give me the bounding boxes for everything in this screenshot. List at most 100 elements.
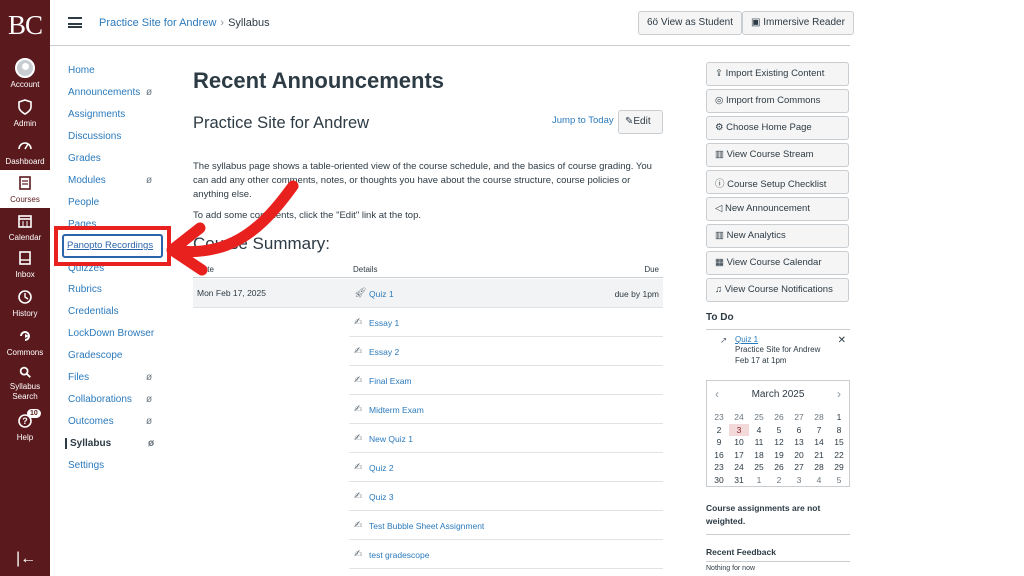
table-row[interactable]: ✍︎ Essay 1 (349, 308, 663, 337)
calendar-day[interactable]: 2 (709, 424, 729, 437)
calendar-day[interactable]: 23 (709, 461, 729, 474)
course-nav-grades[interactable]: Grades (68, 153, 168, 164)
item-link[interactable]: Quiz 3 (369, 492, 394, 502)
nav-inbox[interactable]: Inbox (0, 250, 50, 279)
table-row[interactable]: 🚀︎ Quiz 1 due by 1pm (349, 279, 663, 308)
table-row[interactable]: ✍︎ test gradescope (349, 540, 663, 569)
calendar-day[interactable]: 28 (809, 411, 829, 424)
collapse-nav-icon[interactable]: |← (16, 550, 36, 568)
choose-home-page-button[interactable]: ⚙ Choose Home Page (706, 116, 849, 140)
course-nav-panopto-recordings[interactable]: Panopto Recordings (62, 234, 163, 258)
calendar-day[interactable]: 18 (749, 449, 769, 462)
calendar-day[interactable]: 23 (709, 411, 729, 424)
calendar-day[interactable]: 20 (789, 449, 809, 462)
calendar-day[interactable]: 24 (729, 461, 749, 474)
calendar-day[interactable]: 9 (709, 436, 729, 449)
view-as-student-button[interactable]: 6ö View as Student (638, 11, 742, 35)
calendar-day[interactable]: 22 (829, 449, 849, 462)
hamburger-menu-icon[interactable] (68, 17, 82, 28)
calendar-day[interactable]: 5 (829, 474, 849, 487)
item-link[interactable]: Quiz 1 (369, 289, 394, 299)
calendar-day[interactable]: 8 (829, 424, 849, 437)
calendar-day[interactable]: 1 (829, 411, 849, 424)
table-row[interactable]: ✍︎ New Quiz 1 (349, 424, 663, 453)
calendar-day[interactable]: 29 (829, 461, 849, 474)
nav-account[interactable]: Account (0, 58, 50, 89)
table-row[interactable]: ✍︎ Quiz 3 (349, 482, 663, 511)
school-logo[interactable]: BC (0, 10, 50, 41)
todo-item-link[interactable]: Quiz 1 (735, 335, 758, 344)
course-nav-files[interactable]: Files ø (68, 372, 168, 383)
calendar-day[interactable]: 13 (789, 436, 809, 449)
table-row[interactable]: ✍︎ Quiz 2 (349, 453, 663, 482)
table-row[interactable]: ✍︎ Final Exam (349, 366, 663, 395)
table-row[interactable]: ✍︎ Test Bubble Sheet Assignment (349, 511, 663, 540)
nav-commons[interactable]: Commons (0, 328, 50, 357)
item-link[interactable]: Essay 1 (369, 318, 399, 328)
calendar-day[interactable]: 1 (749, 474, 769, 487)
view-course-notifications-button[interactable]: ♫ View Course Notifications (706, 278, 849, 302)
immersive-reader-button[interactable]: ▣ Immersive Reader (742, 11, 854, 35)
calendar-day[interactable]: 15 (829, 436, 849, 449)
course-nav-outcomes[interactable]: Outcomes ø (68, 416, 168, 427)
calendar-day[interactable]: 6 (789, 424, 809, 437)
table-row[interactable]: ✍︎ Essay 2 (349, 337, 663, 366)
nav-syllabus-search[interactable]: Syllabus Search (0, 365, 50, 402)
view-course-calendar-button[interactable]: ▦ View Course Calendar (706, 251, 849, 275)
calendar-day[interactable]: 10 (729, 436, 749, 449)
calendar-day[interactable]: 3 (729, 423, 749, 436)
nav-courses[interactable]: Courses (0, 170, 50, 208)
course-nav-gradescope[interactable]: Gradescope (68, 350, 168, 361)
new-announcement-button[interactable]: ◁ New Announcement (706, 197, 849, 221)
chevron-right-icon[interactable]: › (837, 387, 841, 401)
nav-admin[interactable]: Admin (0, 99, 50, 128)
calendar-day[interactable]: 31 (729, 474, 749, 487)
calendar-day[interactable]: 12 (769, 436, 789, 449)
breadcrumb-course-link[interactable]: Practice Site for Andrew (99, 17, 216, 29)
course-nav-settings[interactable]: Settings (68, 460, 168, 471)
calendar-day[interactable]: 24 (729, 411, 749, 424)
new-analytics-button[interactable]: ▥ New Analytics (706, 224, 849, 248)
item-link[interactable]: Midterm Exam (369, 405, 424, 415)
calendar-day[interactable]: 28 (809, 461, 829, 474)
nav-calendar[interactable]: Calendar (0, 213, 50, 242)
calendar-day[interactable]: 14 (809, 436, 829, 449)
course-nav-assignments[interactable]: Assignments (68, 109, 168, 120)
calendar-day[interactable]: 19 (769, 449, 789, 462)
calendar-day[interactable]: 16 (709, 449, 729, 462)
calendar-day[interactable]: 7 (809, 424, 829, 437)
chevron-left-icon[interactable]: ‹ (715, 387, 719, 401)
calendar-day[interactable]: 2 (769, 474, 789, 487)
item-link[interactable]: Final Exam (369, 376, 412, 386)
close-icon[interactable]: ✕ (838, 335, 846, 346)
edit-button[interactable]: ✎Edit (618, 110, 663, 134)
item-link[interactable]: Quiz 2 (369, 463, 394, 473)
calendar-day[interactable]: 25 (749, 461, 769, 474)
table-row[interactable]: ✍︎ Midterm Exam (349, 395, 663, 424)
calendar-day[interactable]: 4 (749, 424, 769, 437)
nav-help[interactable]: ? 10 Help (0, 409, 50, 442)
course-nav-syllabus[interactable]: Syllabus ø (65, 438, 165, 449)
item-link[interactable]: Essay 2 (369, 347, 399, 357)
calendar-day[interactable]: 11 (749, 436, 769, 449)
nav-history[interactable]: History (0, 289, 50, 318)
course-nav-announcements[interactable]: Announcements ø (68, 87, 168, 98)
calendar-day[interactable]: 27 (789, 411, 809, 424)
course-nav-home[interactable]: Home (68, 65, 168, 76)
import-existing-content-button[interactable]: ⇪ Import Existing Content (706, 62, 849, 86)
calendar-day[interactable]: 30 (709, 474, 729, 487)
course-nav-discussions[interactable]: Discussions (68, 131, 168, 142)
calendar-day[interactable]: 4 (809, 474, 829, 487)
jump-to-today-link[interactable]: Jump to Today (552, 115, 614, 126)
calendar-day[interactable]: 3 (789, 474, 809, 487)
course-nav-rubrics[interactable]: Rubrics (68, 284, 168, 295)
item-link[interactable]: Test Bubble Sheet Assignment (369, 521, 484, 531)
course-nav-credentials[interactable]: Credentials (68, 306, 168, 317)
calendar-day[interactable]: 26 (769, 461, 789, 474)
item-link[interactable]: test gradescope (369, 550, 429, 560)
course-setup-checklist-button[interactable]: ⓘ Course Setup Checklist (706, 170, 849, 194)
calendar-day[interactable]: 5 (769, 424, 789, 437)
calendar-day[interactable]: 17 (729, 449, 749, 462)
calendar-day[interactable]: 27 (789, 461, 809, 474)
nav-dashboard[interactable]: Dashboard (0, 137, 50, 166)
